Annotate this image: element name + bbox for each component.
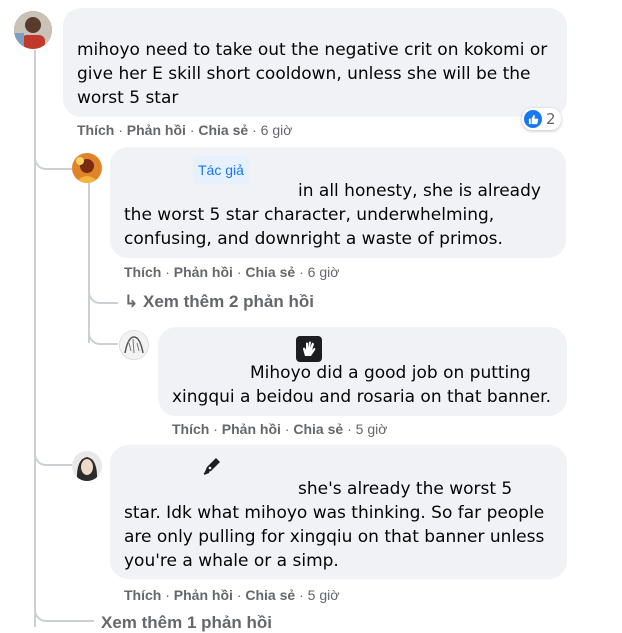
thread-connector-3 <box>88 315 118 345</box>
like-button[interactable]: Thích <box>77 122 114 138</box>
comment-bubble: she's already the worst 5 star. Idk what… <box>110 445 567 579</box>
view-more-replies[interactable]: ↳ Xem thêm 2 phản hồi <box>124 292 314 312</box>
reply-button[interactable]: Phản hồi <box>127 122 186 138</box>
separator: · <box>299 264 304 280</box>
share-button[interactable]: Chia sẻ <box>245 264 295 280</box>
reply-button[interactable]: Phản hồi <box>174 264 233 280</box>
thread-connector-1 <box>34 140 72 170</box>
reply-button[interactable]: Phản hồi <box>222 421 281 437</box>
share-button[interactable]: Chia sẻ <box>245 587 295 603</box>
separator: · <box>118 122 123 138</box>
avatar[interactable] <box>72 153 102 183</box>
comment-text: in all honesty, she is already the worst… <box>124 181 541 249</box>
view-more-replies[interactable]: Xem thêm 1 phản hồi <box>101 613 272 633</box>
timestamp[interactable]: 5 giờ <box>308 587 340 603</box>
timestamp[interactable]: 5 giờ <box>356 421 388 437</box>
comment-bubble: Tác giả in all honesty, she is already t… <box>110 147 566 258</box>
comment-text: mihoyo need to take out the negative cri… <box>77 40 548 108</box>
avatar[interactable] <box>119 330 149 360</box>
separator: · <box>252 122 257 138</box>
like-button[interactable]: Thích <box>124 587 161 603</box>
comment-bubble: mihoyo need to take out the negative cri… <box>63 8 567 117</box>
reply-arrow-icon: ↳ <box>124 292 139 311</box>
share-button[interactable]: Chia sẻ <box>198 122 248 138</box>
like-reaction-icon <box>524 110 542 128</box>
separator: · <box>213 421 218 437</box>
thread-connector-4 <box>34 440 72 466</box>
comment-actions: Thích · Phản hồi · Chia sẻ · 5 giờ <box>172 421 387 437</box>
separator: · <box>299 587 304 603</box>
view-more-label: Xem thêm 2 phản hồi <box>142 292 314 311</box>
wave-hand-icon <box>296 336 322 362</box>
thread-line-main <box>34 50 36 627</box>
separator: · <box>236 587 242 603</box>
separator: · <box>236 264 242 280</box>
thread-connector-5 <box>34 600 94 622</box>
pen-icon <box>200 454 224 478</box>
author-badge: Tác giả <box>193 156 249 184</box>
separator: · <box>165 264 170 280</box>
avatar[interactable] <box>14 11 52 49</box>
like-button[interactable]: Thích <box>172 421 209 437</box>
timestamp[interactable]: 6 giờ <box>261 122 293 138</box>
comment-actions: Thích · Phản hồi · Chia sẻ · 5 giờ <box>124 587 339 603</box>
avatar[interactable] <box>72 451 102 481</box>
separator: · <box>347 421 352 437</box>
separator: · <box>284 421 290 437</box>
reaction-count: 2 <box>546 110 556 128</box>
view-more-label: Xem thêm 1 phản hồi <box>101 613 272 632</box>
separator: · <box>165 587 170 603</box>
comment-text: she's already the worst 5 star. Idk what… <box>124 479 545 571</box>
thread-connector-2 <box>88 290 118 304</box>
like-button[interactable]: Thích <box>124 264 161 280</box>
separator: · <box>189 122 195 138</box>
reaction-summary[interactable]: 2 <box>522 108 561 130</box>
comment-actions: Thích · Phản hồi · Chia sẻ · 6 giờ <box>77 122 292 138</box>
comment-actions: Thích · Phản hồi · Chia sẻ · 6 giờ <box>124 264 339 280</box>
reply-button[interactable]: Phản hồi <box>174 587 233 603</box>
timestamp[interactable]: 6 giờ <box>308 264 340 280</box>
share-button[interactable]: Chia sẻ <box>293 421 343 437</box>
comment-text: Mihoyo did a good job on putting xingqui… <box>172 363 551 407</box>
comment-bubble: Mihoyo did a good job on putting xingqui… <box>158 327 567 416</box>
